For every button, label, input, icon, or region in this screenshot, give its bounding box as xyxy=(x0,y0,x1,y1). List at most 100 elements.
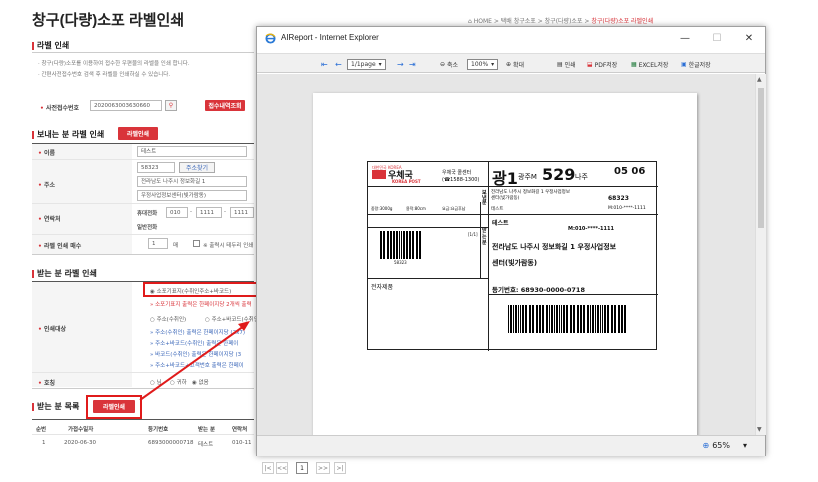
ie-logo-icon xyxy=(265,33,276,44)
magnifier-icon: ⊕ xyxy=(702,441,710,450)
barcode-bar xyxy=(416,231,418,259)
print-button[interactable]: ▤ 인쇄 xyxy=(557,58,576,70)
barcode-bar xyxy=(543,305,545,333)
first-page-icon[interactable]: ⇤ xyxy=(321,58,328,70)
korea-post-logo-icon xyxy=(372,170,386,179)
barcode-bar xyxy=(625,305,627,333)
call-center: 우체국 콜센터 xyxy=(442,170,472,176)
chevron-down-icon: ▾ xyxy=(742,441,747,450)
barcode-bar xyxy=(574,305,576,333)
table-row-no: 1 xyxy=(42,440,46,446)
fee: 요금:요금후납 xyxy=(442,206,466,211)
sender-address: 전라남도 나주시 정보화길 1 우정사업정보센터(빛가람동) xyxy=(491,190,570,201)
sender-zip: 68323 xyxy=(608,195,629,202)
pager-page-1[interactable]: 1 xyxy=(296,462,308,474)
barcode-bar xyxy=(536,305,538,333)
route-code-mid: 광주M xyxy=(518,173,537,181)
excel-icon: ▦ xyxy=(631,60,637,68)
barcode-bar xyxy=(557,305,558,333)
status-bar: ⊕ 65% ▾ xyxy=(257,435,765,456)
zoom-level[interactable]: ⊕ 65% ▾ xyxy=(703,441,748,450)
barcode-bar xyxy=(587,305,589,333)
excel-save-button[interactable]: ▦ EXCEL저장 xyxy=(631,58,668,70)
minimize-button[interactable]: — xyxy=(677,31,693,45)
close-button[interactable]: ✕ xyxy=(741,31,757,45)
barcode-bar xyxy=(618,305,620,333)
window-title: AIReport - Internet Explorer xyxy=(281,33,379,42)
shipping-label: 대한민국 KOREA 우체국 KOREA POST 우체국 콜센터 (☎1588… xyxy=(367,161,658,351)
vertical-scrollbar[interactable]: ▲ ▼ xyxy=(755,74,766,435)
sender-name: 테스트 xyxy=(491,207,504,212)
item-name: 전자제품 xyxy=(371,284,394,291)
barcode-bar xyxy=(567,305,568,333)
route-code-big: 광1 xyxy=(492,169,518,188)
pager-prev[interactable]: << xyxy=(276,462,288,474)
maximize-button[interactable]: ☐ xyxy=(709,31,725,45)
barcode-bar xyxy=(512,305,514,333)
barcode-bar xyxy=(577,305,579,333)
next-page-icon[interactable]: → xyxy=(397,58,404,70)
prev-page-icon[interactable]: ← xyxy=(335,58,342,70)
call-center-phone: (☎1588-1300) xyxy=(442,177,480,183)
window-titlebar[interactable]: AIReport - Internet Explorer — ☐ ✕ xyxy=(257,27,765,51)
barcode-bar xyxy=(397,231,398,259)
last-page-icon[interactable]: ⇥ xyxy=(409,58,416,70)
barcode-bar xyxy=(403,231,405,259)
barcode-bar xyxy=(406,231,408,259)
barcode-bar xyxy=(608,305,609,333)
barcode-number: 58323 xyxy=(394,260,407,265)
registration-number: 등기번호: 68930-0000-0718 xyxy=(492,286,585,294)
pdf-icon: ⬓ xyxy=(587,60,593,68)
receiver-name: 테스트 xyxy=(492,220,509,227)
barcode-bar xyxy=(413,231,415,259)
barcode-bar xyxy=(615,305,617,333)
report-page: 대한민국 KOREA 우체국 KOREA POST 우체국 콜센터 (☎1588… xyxy=(313,93,697,435)
barcode-bar xyxy=(522,305,524,333)
scroll-thumb[interactable] xyxy=(758,88,764,228)
table-row-reg[interactable]: 6893000000718 xyxy=(148,440,194,446)
report-viewer[interactable]: 대한민국 KOREA 우체국 KOREA POST 우체국 콜센터 (☎1588… xyxy=(257,74,755,435)
scroll-down-icon[interactable]: ▼ xyxy=(757,426,762,433)
table-row-date: 2020-06-30 xyxy=(64,440,96,446)
pager-first[interactable]: |< xyxy=(262,462,274,474)
chevron-down-icon: ▾ xyxy=(491,60,495,68)
receiver-address-1: 전라남도 나주시 정보화길 1 우정사업정보 xyxy=(492,243,617,251)
chevron-down-icon: ▾ xyxy=(378,60,382,68)
barcode-bar xyxy=(604,305,606,333)
pager-next[interactable]: >> xyxy=(316,462,330,474)
scroll-up-icon[interactable]: ▲ xyxy=(757,76,762,83)
page-indicator: [1/1] xyxy=(468,232,478,237)
barcode-bar xyxy=(598,305,599,333)
printer-icon: ▤ xyxy=(557,60,563,68)
barcode-bar xyxy=(394,231,395,259)
barcode-bar xyxy=(584,305,586,333)
zoom-out-icon: ⊖ xyxy=(440,60,446,68)
hangul-save-button[interactable]: ▣ 한글저장 xyxy=(681,58,711,70)
zoom-in-icon: ⊕ xyxy=(506,60,512,68)
col-header-no: 순번 xyxy=(36,427,47,433)
barcode-bar xyxy=(546,305,548,333)
col-header-reg: 등기번호 xyxy=(148,427,169,433)
barcode-bar xyxy=(533,305,535,333)
route-code-city: 나주 xyxy=(575,173,588,181)
sender-tel: M:010-****-1111 xyxy=(608,206,646,211)
barcode-bar xyxy=(594,305,596,333)
page-select[interactable]: 1/1page ▾ xyxy=(347,58,386,70)
sender-side-label: 보낸분 xyxy=(482,190,487,206)
pdf-save-button[interactable]: ⬓ PDF저장 xyxy=(587,58,617,70)
barcode-bar xyxy=(384,231,386,259)
receiver-side-label: 받는분 xyxy=(482,228,487,246)
ie-report-window: AIReport - Internet Explorer — ☐ ✕ ⇤ ← 1… xyxy=(256,26,766,456)
col-header-tel: 연락처 xyxy=(232,427,248,433)
zoom-select[interactable]: 100% ▾ xyxy=(467,58,499,70)
col-header-name: 받는 분 xyxy=(198,427,216,433)
volume: 용적:80cm xyxy=(406,206,426,211)
route-code-num2: 05 06 xyxy=(614,166,646,177)
table-row-name: 테스트 xyxy=(198,442,214,448)
report-toolbar: ⇤ ← 1/1page ▾ → ⇥ ⊖ 축소 100% ▾ ⊕ 확대 ▤ 인쇄 ⬓ … xyxy=(257,53,765,73)
col-header-date: 가접수일자 xyxy=(68,427,94,433)
zoom-out-button[interactable]: ⊖ 축소 xyxy=(440,58,458,70)
pager-last[interactable]: >| xyxy=(334,462,346,474)
zoom-in-button[interactable]: ⊕ 확대 xyxy=(506,58,524,70)
barcode-bar xyxy=(526,305,527,333)
